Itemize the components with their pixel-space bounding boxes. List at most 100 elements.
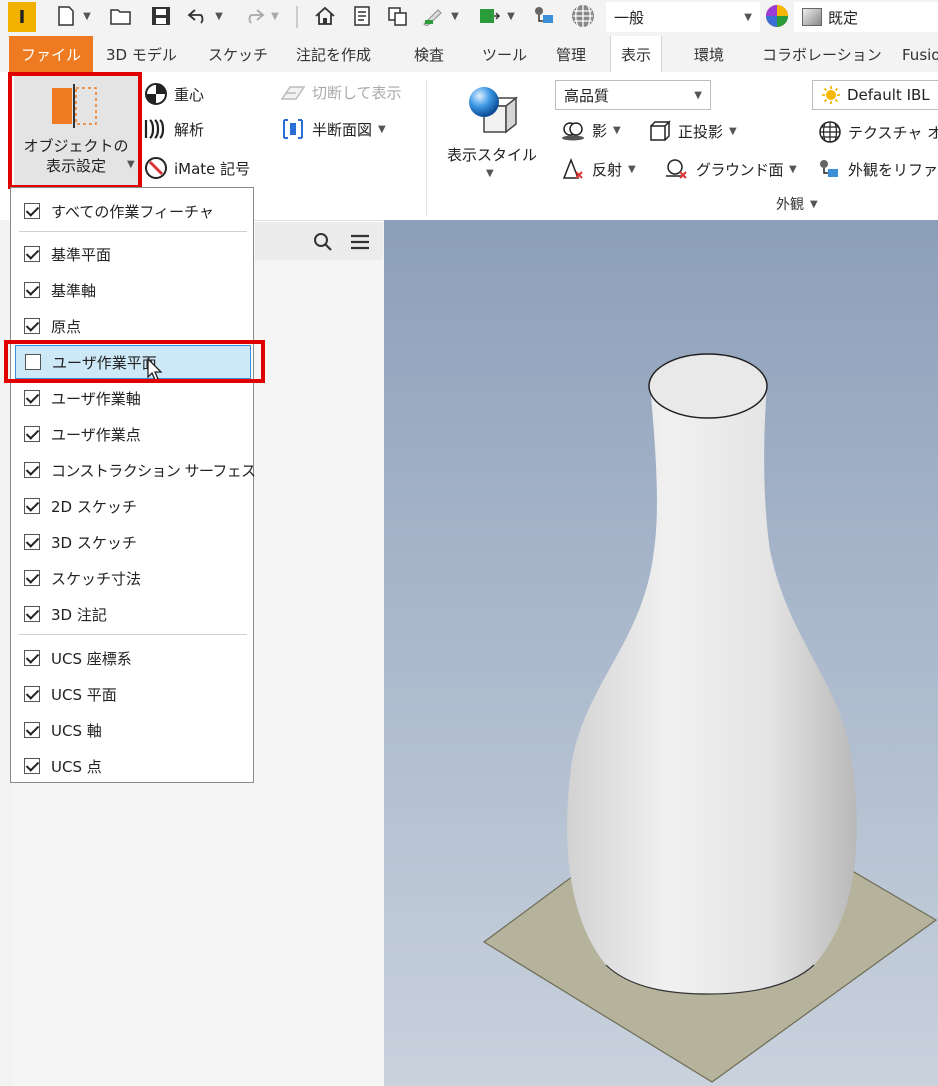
menu-item-3d-sketches[interactable]: 3D スケッチ — [11, 525, 253, 559]
visual-style-button[interactable]: 表示スタイル ▼ — [440, 78, 544, 186]
shadow-button[interactable]: 影 ▼ — [560, 120, 621, 141]
tab-file[interactable]: ファイル — [9, 36, 94, 72]
ribbon-tab-bar: ファイル 3D モデル スケッチ 注記を作成 検査 ツール 管理 表示 環境 コ… — [0, 36, 938, 73]
center-of-gravity-icon — [145, 83, 167, 105]
menu-item-ucs-triad[interactable]: UCS 座標系 — [11, 641, 253, 675]
half-section-button[interactable]: 半断面図 ▼ — [280, 118, 386, 140]
tab-environments[interactable]: 環境 — [694, 36, 724, 72]
orthographic-button[interactable]: 正投影 ▼ — [648, 120, 737, 142]
chevron-down-icon: ▼ — [744, 11, 752, 23]
sun-icon — [822, 86, 840, 104]
ground-plane-icon — [666, 159, 687, 179]
chevron-down-icon: ▼ — [694, 89, 702, 101]
toolbar-separator — [296, 6, 298, 28]
menu-item-2d-sketches[interactable]: 2D スケッチ — [11, 489, 253, 523]
menu-item-all-work-features[interactable]: すべての作業フィーチャ — [11, 194, 253, 228]
appearance-panel-dropdown-icon: ▼ — [810, 198, 818, 210]
checkbox-icon — [24, 686, 40, 702]
appearance-ref-button[interactable]: 外観をリファ — [818, 158, 938, 180]
tab-manage[interactable]: 管理 — [556, 36, 586, 72]
search-icon[interactable] — [313, 232, 333, 252]
highlight-frame-user-work-planes — [4, 340, 265, 383]
half-section-dropdown-icon: ▼ — [378, 123, 386, 135]
tab-tools[interactable]: ツール — [482, 36, 527, 72]
tab-inspect[interactable]: 検査 — [414, 36, 444, 72]
menu-item-ucs-planes[interactable]: UCS 平面 — [11, 677, 253, 711]
checkbox-icon — [24, 498, 40, 514]
object-visibility-dropdown: すべての作業フィーチャ 基準平面 基準軸 原点 ユーザ作業平面 ユーザ作業軸 ユ… — [10, 187, 256, 783]
graphics-viewport[interactable] — [384, 220, 938, 1086]
reflection-button[interactable]: 反射 ▼ — [560, 158, 636, 180]
checkbox-icon — [24, 426, 40, 442]
material-combo[interactable]: 既定 — [794, 2, 938, 32]
checkbox-icon — [24, 390, 40, 406]
menu-item-origin-axes[interactable]: 基準軸 — [11, 273, 253, 307]
material-swatch-icon — [802, 8, 822, 26]
render-quality-combo[interactable]: 高品質 ▼ — [555, 80, 711, 110]
menu-separator — [19, 231, 247, 232]
update-icon[interactable] — [476, 3, 502, 29]
undo-dropdown-arrow-icon[interactable]: ▼ — [212, 3, 226, 29]
shadow-dropdown-icon: ▼ — [613, 125, 621, 136]
appearance-sphere-icon[interactable] — [568, 3, 598, 29]
analysis-button[interactable]: 解析 — [144, 118, 204, 140]
menu-item-3d-annotations[interactable]: 3D 注記 — [11, 597, 253, 631]
reflection-icon — [562, 158, 583, 179]
checkbox-icon — [24, 534, 40, 550]
undo-icon[interactable] — [186, 3, 210, 29]
redo-icon[interactable] — [242, 3, 266, 29]
menu-item-construction-surfaces[interactable]: コンストラクション サーフェス — [11, 453, 256, 487]
appearance-panel-title[interactable]: 外観 ▼ — [776, 194, 818, 214]
ground-plane-button[interactable]: グラウンド面 ▼ — [664, 158, 797, 180]
imate-symbol-button[interactable]: iMate 記号 — [144, 156, 250, 180]
checkbox-icon — [24, 462, 40, 478]
menu-separator — [19, 634, 247, 635]
ribbon-separator — [426, 80, 427, 216]
ground-plane-dropdown-icon: ▼ — [789, 163, 797, 175]
menu-item-ucs-points[interactable]: UCS 点 — [11, 749, 253, 783]
new-dropdown-arrow-icon[interactable]: ▼ — [80, 3, 94, 29]
menu-item-ucs-axes[interactable]: UCS 軸 — [11, 713, 253, 747]
cut-display-button[interactable]: 切断して表示 — [280, 82, 402, 103]
half-section-icon — [283, 119, 303, 139]
menu-item-sketch-dimensions[interactable]: スケッチ寸法 — [11, 561, 253, 595]
visual-style-sphere-cube-icon — [469, 87, 519, 134]
orthographic-icon — [650, 120, 671, 141]
redo-dropdown-arrow-icon[interactable]: ▼ — [268, 3, 282, 29]
tab-view[interactable]: 表示 — [610, 36, 663, 73]
measure-dropdown-arrow-icon[interactable]: ▼ — [448, 3, 462, 29]
orthographic-dropdown-icon: ▼ — [729, 125, 737, 137]
tab-collaborate[interactable]: コラボレーション — [762, 36, 882, 72]
tab-sketch[interactable]: スケッチ — [208, 36, 268, 72]
menu-icon[interactable] — [349, 232, 371, 252]
menu-item-origin-points[interactable]: 原点 — [11, 309, 253, 343]
new-file-icon[interactable] — [54, 3, 78, 29]
checkbox-icon — [24, 606, 40, 622]
visual-style-label: 表示スタイル — [446, 146, 537, 164]
tab-3d-model[interactable]: 3D モデル — [106, 36, 177, 72]
tab-fusion[interactable]: Fusio — [902, 36, 938, 72]
color-wheel-icon[interactable] — [764, 3, 790, 29]
ibl-combo[interactable]: Default IBL — [812, 80, 938, 110]
style-combo[interactable]: 一般 ▼ — [606, 2, 760, 32]
checkbox-icon — [24, 650, 40, 666]
parameters-icon[interactable] — [530, 3, 558, 29]
save-icon[interactable] — [148, 3, 174, 29]
menu-item-user-work-points[interactable]: ユーザ作業点 — [11, 417, 253, 451]
menu-item-user-work-axes[interactable]: ユーザ作業軸 — [11, 381, 253, 415]
update-dropdown-arrow-icon[interactable]: ▼ — [504, 3, 518, 29]
menu-item-origin-planes[interactable]: 基準平面 — [11, 237, 253, 271]
checkbox-icon — [24, 758, 40, 774]
app-logo-icon[interactable]: I — [8, 2, 36, 32]
tab-annotate[interactable]: 注記を作成 — [296, 36, 371, 72]
vase-body — [567, 386, 857, 994]
open-folder-icon[interactable] — [108, 3, 134, 29]
home-icon[interactable] — [312, 3, 338, 29]
properties-icon[interactable] — [350, 3, 374, 29]
center-of-gravity-button[interactable]: 重心 — [144, 82, 204, 106]
measure-icon[interactable] — [420, 3, 446, 29]
cut-display-icon — [280, 85, 306, 100]
vase-model — [482, 353, 938, 1083]
texture-button[interactable]: テクスチャ オ — [818, 120, 938, 144]
copy-icon[interactable] — [386, 3, 410, 29]
